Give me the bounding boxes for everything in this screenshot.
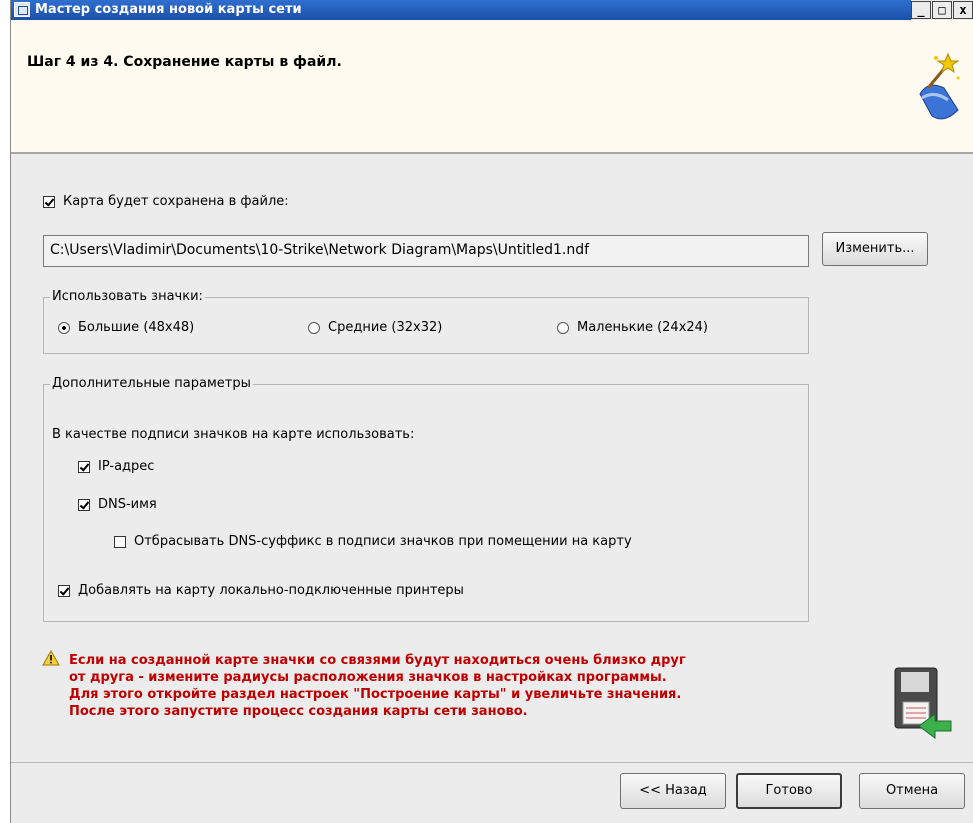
icons-large-label: Большие (48x48) <box>78 320 195 335</box>
ip-address-row[interactable]: IP-адрес <box>78 459 154 474</box>
save-to-disk-icon <box>894 667 952 739</box>
warning-icon <box>42 650 60 666</box>
warning-line-2: от друга - измените радиусы расположения… <box>69 670 667 685</box>
strip-dns-suffix-checkbox[interactable] <box>114 535 126 548</box>
window-title: Мастер создания новой карты сети <box>35 2 302 17</box>
back-button[interactable]: << Назад <box>620 773 726 809</box>
footer-separator <box>11 762 973 763</box>
dns-name-row[interactable]: DNS-имя <box>78 497 157 512</box>
ip-address-label: IP-адрес <box>98 459 155 474</box>
extra-params-group: Дополнительные параметры В качестве подп… <box>43 376 809 622</box>
icons-medium-radio[interactable] <box>308 321 320 334</box>
icons-large-option[interactable]: Большие (48x48) <box>58 320 194 335</box>
local-printers-checkbox[interactable] <box>58 584 70 597</box>
icons-medium-option[interactable]: Средние (32x32) <box>308 320 442 335</box>
window-controls: _ □ x <box>911 0 973 20</box>
minimize-button[interactable]: _ <box>911 1 931 19</box>
save-to-file-row[interactable]: Карта будет сохранена в файле: <box>43 194 289 209</box>
dns-name-checkbox[interactable] <box>78 498 90 511</box>
dns-name-label: DNS-имя <box>98 497 157 512</box>
warning-line-4: После этого запустите процесс создания к… <box>69 704 528 719</box>
wizard-icon <box>919 52 960 120</box>
wizard-header: Шаг 4 из 4. Сохранение карты в файл. <box>11 20 973 154</box>
ip-address-checkbox[interactable] <box>78 460 90 473</box>
warning-line-3: Для этого откройте раздел настроек "Пост… <box>69 687 682 702</box>
close-button[interactable]: x <box>953 1 973 19</box>
save-to-file-label: Карта будет сохранена в файле: <box>63 194 289 209</box>
icons-medium-label: Средние (32x32) <box>328 320 443 335</box>
local-printers-label: Добавлять на карту локально-подключенные… <box>78 583 464 598</box>
cancel-button[interactable]: Отмена <box>859 773 965 809</box>
step-title: Шаг 4 из 4. Сохранение карты в файл. <box>27 54 342 70</box>
save-to-file-checkbox[interactable] <box>43 195 55 208</box>
extra-params-legend: Дополнительные параметры <box>50 376 253 391</box>
file-path-field[interactable]: C:\Users\Vladimir\Documents\10-Strike\Ne… <box>43 235 809 267</box>
maximize-button[interactable]: □ <box>932 1 952 19</box>
app-icon <box>14 2 30 17</box>
icons-small-option[interactable]: Маленькие (24x24) <box>557 320 708 335</box>
icons-small-radio[interactable] <box>557 321 569 334</box>
icons-size-group: Использовать значки: Большие (48x48) Сре… <box>43 289 809 354</box>
strip-dns-suffix-label: Отбрасывать DNS-суффикс в подписи значко… <box>134 534 632 549</box>
local-printers-row[interactable]: Добавлять на карту локально-подключенные… <box>58 583 464 598</box>
icons-size-legend: Использовать значки: <box>50 289 205 304</box>
icons-small-label: Маленькие (24x24) <box>577 320 709 335</box>
strip-dns-suffix-row[interactable]: Отбрасывать DNS-суффикс в подписи значко… <box>114 534 632 549</box>
icons-large-radio[interactable] <box>58 321 70 334</box>
caption-source-label: В качестве подписи значков на карте испо… <box>52 427 415 442</box>
title-bar[interactable]: Мастер создания новой карты сети _ □ x <box>11 0 973 20</box>
wizard-window: Мастер создания новой карты сети _ □ x Ш… <box>10 0 973 823</box>
warning-line-1: Если на созданной карте значки со связям… <box>69 653 686 668</box>
change-path-button[interactable]: Изменить... <box>822 232 928 266</box>
finish-button[interactable]: Готово <box>736 773 842 809</box>
warning-message: Если на созданной карте значки со связям… <box>69 652 849 720</box>
